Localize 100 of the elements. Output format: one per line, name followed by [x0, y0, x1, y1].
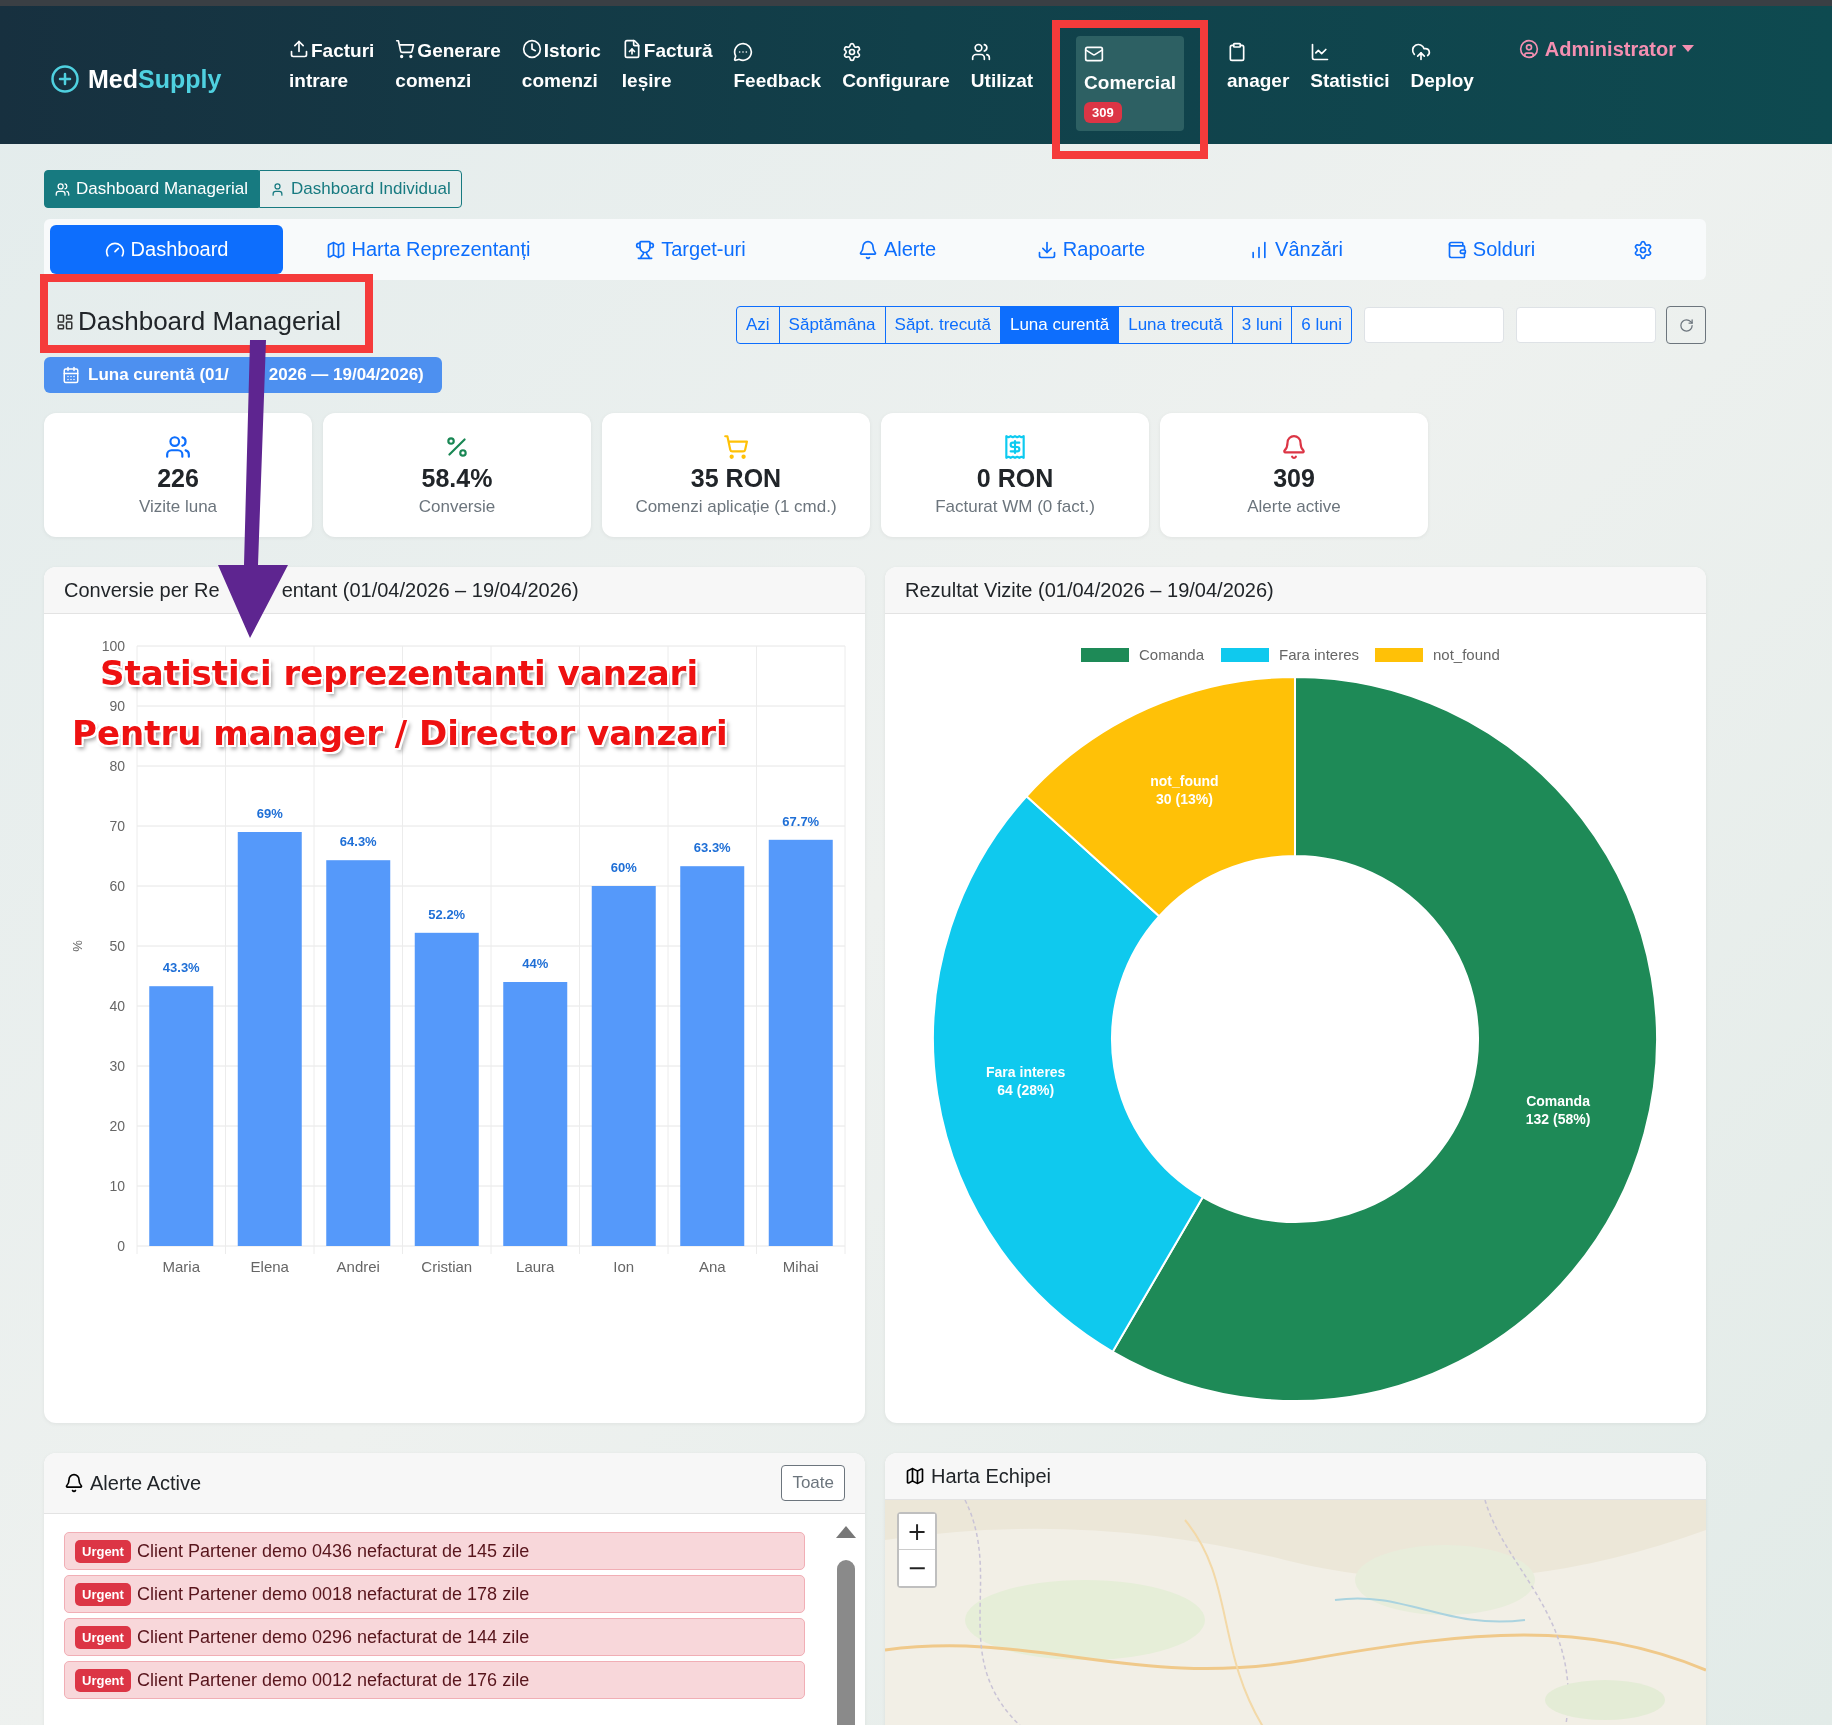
tab[interactable]: Harta Reprezentanți: [283, 225, 573, 274]
legend-swatch: [1081, 648, 1129, 662]
tab[interactable]: Dashboard: [50, 225, 283, 274]
settings-icon: [1633, 239, 1653, 260]
card-title: entant (01/04/2026 – 19/04/2026): [281, 578, 579, 602]
nav-item[interactable]: Generare comenzi: [391, 34, 505, 102]
users-icon: [970, 42, 991, 62]
legend-label: not_found: [1433, 646, 1500, 663]
period-button[interactable]: Luna curentă: [999, 306, 1120, 344]
axis-tick-label: 10: [109, 1178, 125, 1194]
map-icon: [325, 239, 346, 260]
urgency-badge: Urgent: [75, 1668, 131, 1692]
refresh-icon: [1678, 317, 1694, 333]
period-button[interactable]: Azi: [736, 306, 780, 344]
user-icon: [270, 181, 285, 197]
zoom-in-button[interactable]: +: [899, 1514, 935, 1550]
upload-icon: [289, 39, 309, 59]
stat-label: Alerte active: [1247, 496, 1341, 517]
alert-text: Client Partener demo 0296 nefacturat de 144 zile: [136, 1626, 530, 1648]
refresh-button[interactable]: [1666, 306, 1706, 344]
nav-item[interactable]: Deploy: [1406, 34, 1478, 102]
nav-item[interactable]: anager: [1223, 34, 1294, 102]
stat-value: 58.4%: [421, 463, 493, 493]
slice-label: Fara interes: [986, 1063, 1066, 1080]
plus-circle-icon: [50, 64, 80, 94]
value-label: 69%: [256, 806, 283, 821]
tab[interactable]: Alerte: [808, 225, 986, 274]
value-label: 43.3%: [162, 960, 200, 976]
calendar-icon: [62, 366, 80, 384]
axis-tick-label: 100: [101, 638, 125, 654]
alert-row[interactable]: Urgent Client Partener demo 0296 nefacturat de 144 zile: [64, 1618, 805, 1656]
axis-tick-label: Laura: [516, 1258, 555, 1275]
value-label: 60%: [610, 860, 637, 875]
clipboard-icon: [1227, 42, 1247, 62]
tab[interactable]: Vânzări: [1196, 225, 1396, 274]
slice-label: not_found: [1150, 772, 1219, 789]
stat-label: Conversie: [418, 496, 496, 517]
bell-icon: [64, 1473, 84, 1493]
value-label: 63.3%: [693, 840, 731, 856]
alert-text: Client Partener demo 0436 nefacturat de 145 zile: [136, 1540, 530, 1562]
tab[interactable]: Solduri: [1396, 225, 1586, 274]
value-label: 64 (28%): [997, 1081, 1055, 1098]
date-field[interactable]: [1516, 307, 1656, 343]
nav-item[interactable]: Utilizat: [966, 34, 1038, 102]
alert-row[interactable]: Urgent Client Partener demo 0436 nefacturat de 145 zile: [64, 1532, 805, 1570]
axis-tick-label: 20: [109, 1118, 125, 1134]
alert-row[interactable]: Urgent Client Partener demo 0012 nefacturat de 176 zile: [64, 1661, 805, 1699]
axis-tick-label: 30: [109, 1058, 125, 1074]
trophy-icon: [635, 239, 656, 260]
nav-item[interactable]: Statistici: [1306, 34, 1394, 102]
line-chart-icon: [1310, 42, 1331, 62]
axis-tick-label: 60: [109, 878, 125, 894]
value-label: 132 (58%): [1525, 1111, 1591, 1128]
alert-row[interactable]: Urgent Client Partener demo 0018 nefacturat de 178 zile: [64, 1575, 805, 1613]
value-label: 30 (13%): [1156, 790, 1213, 807]
nav-item[interactable]: Configurare: [838, 34, 954, 102]
nav-item[interactable]: Feedback: [729, 34, 826, 102]
axis-tick-label: Ion: [613, 1258, 635, 1275]
nav-item[interactable]: Comercial 309: [1076, 36, 1184, 131]
nav-item[interactable]: Facturi intrare: [285, 34, 379, 102]
axis-tick-label: 40: [109, 998, 125, 1014]
scrollbar[interactable]: [835, 1524, 857, 1725]
user-icon: [1518, 39, 1539, 59]
axis-tick-label: 50: [109, 938, 125, 954]
slice-label: Comanda: [1526, 1093, 1590, 1110]
map-icon: [905, 1466, 925, 1486]
nav-item[interactable]: Factură Ieșire: [617, 34, 717, 102]
card-title: Alerte Active: [90, 1471, 202, 1495]
clock-icon: [521, 39, 542, 59]
axis-label: %: [70, 940, 85, 952]
period-button[interactable]: 6 luni: [1291, 306, 1352, 344]
user-menu[interactable]: Administrator: [1518, 34, 1694, 64]
view-toggle-button[interactable]: Dashboard Managerial: [44, 170, 259, 208]
period-button[interactable]: Luna trecută: [1118, 306, 1233, 344]
tab[interactable]: Rapoarte: [986, 225, 1196, 274]
tab[interactable]: Target-uri: [573, 225, 808, 274]
legend-label: Fara interes: [1279, 646, 1360, 663]
page-title: Dashboard Managerial: [78, 306, 342, 337]
period-badge-text: Luna curentă (01/: [88, 365, 229, 385]
period-button[interactable]: 3 luni: [1231, 306, 1293, 344]
axis-tick-label: Mihai: [782, 1258, 819, 1275]
card-title: Rezultat Vizite (01/04/2026 – 19/04/2026): [905, 578, 1274, 602]
view-all-button[interactable]: Toate: [781, 1465, 845, 1501]
axis-tick-label: Ana: [698, 1258, 726, 1275]
nav-item[interactable]: Istoric comenzi: [517, 34, 605, 102]
alert-text: Client Partener demo 0018 nefacturat de 178 zile: [136, 1583, 530, 1605]
card-title: Conversie per Re: [64, 578, 220, 602]
stat-value: 0 RON: [976, 463, 1054, 493]
period-button[interactable]: Săptămâna: [778, 306, 886, 344]
stat-value: 309: [1273, 463, 1315, 493]
value-label: 44%: [522, 956, 549, 971]
axis-tick-label: 0: [117, 1238, 125, 1254]
bell-icon: [857, 239, 878, 260]
brand-logo[interactable]: MedSupply: [50, 64, 285, 94]
stat-label: Comenzi aplicație (1 cmd.): [635, 496, 837, 517]
date-field[interactable]: [1364, 307, 1504, 343]
stat-value: 226: [157, 463, 199, 493]
view-toggle-button[interactable]: Dashboard Individual: [259, 170, 462, 208]
caret-icon: [1682, 45, 1694, 53]
download-icon: [1036, 239, 1057, 260]
